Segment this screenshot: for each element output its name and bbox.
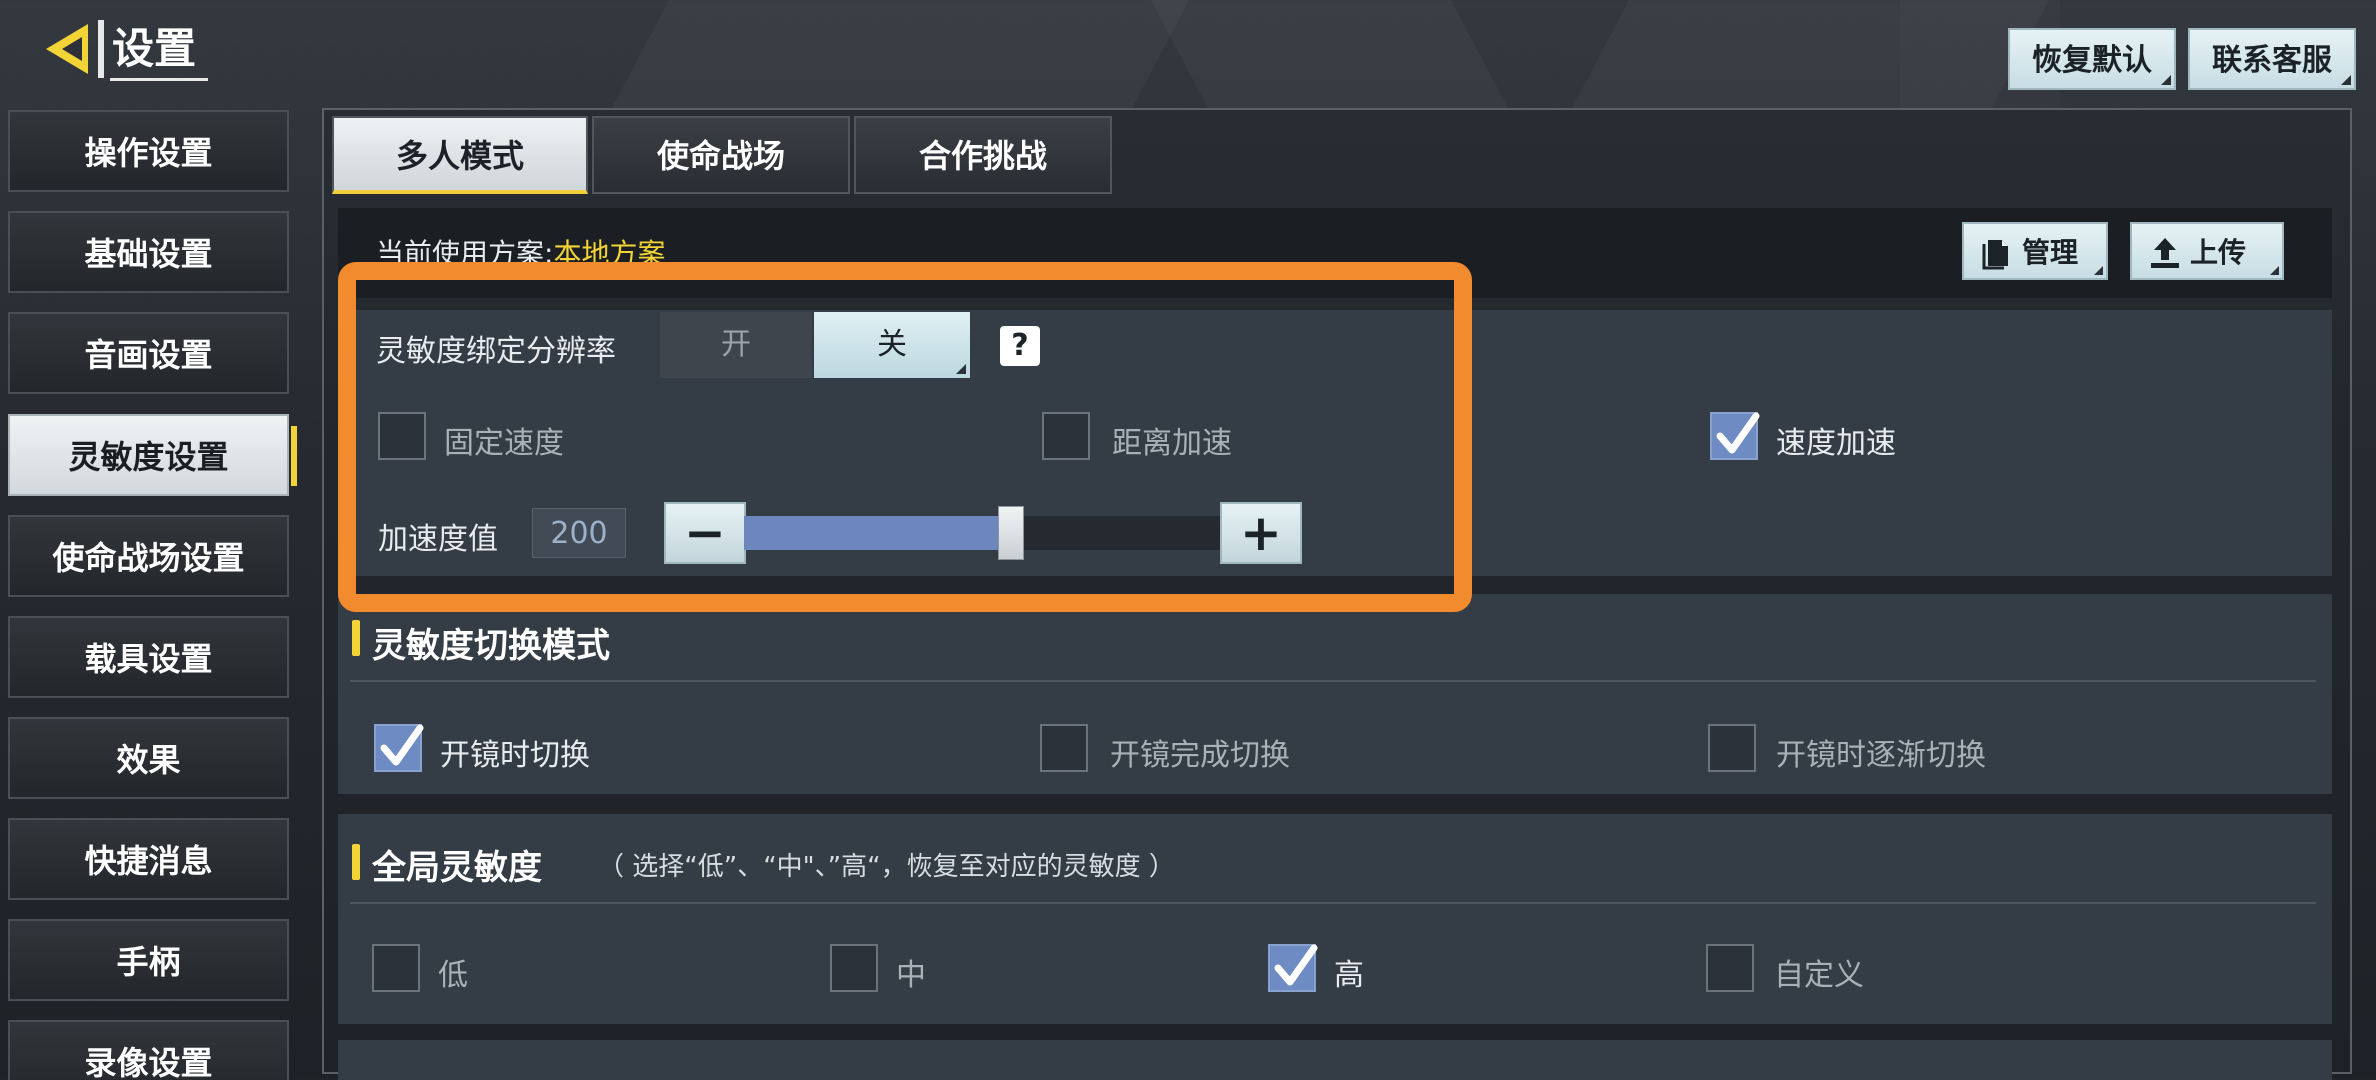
next-panel <box>338 1040 2332 1080</box>
checkmark-icon <box>380 724 424 766</box>
sidebar-item-sensitivity[interactable]: 灵敏度设置 <box>8 414 297 496</box>
switch-gradual-checkbox[interactable] <box>1708 724 1756 772</box>
section-divider <box>350 680 2316 682</box>
background-shape <box>1151 0 1509 110</box>
sidebar-item-basic[interactable]: 基础设置 <box>8 211 289 293</box>
switch-on-scope-checkbox[interactable] <box>374 724 424 772</box>
tab-coop-challenge[interactable]: 合作挑战 <box>854 116 1112 194</box>
sidebar-item-controller[interactable]: 手柄 <box>8 919 289 1001</box>
global-sensitivity-title: 全局灵敏度 <box>372 848 542 888</box>
upload-icon <box>2151 238 2179 268</box>
sidebar-item-audio-video[interactable]: 音画设置 <box>8 312 289 394</box>
speed-accel-checkbox[interactable] <box>1710 412 1760 460</box>
tab-battle-royale[interactable]: 使命战场 <box>592 116 850 194</box>
highlight-box <box>338 262 1472 612</box>
sensitivity-low-checkbox[interactable] <box>372 944 420 992</box>
document-icon <box>1982 240 2008 270</box>
section-marker <box>352 620 360 656</box>
switch-mode-title: 灵敏度切换模式 <box>372 626 610 666</box>
sidebar-item-quick-messages[interactable]: 快捷消息 <box>8 818 289 900</box>
sidebar-item-operation[interactable]: 操作设置 <box>8 110 289 192</box>
back-arrow-icon <box>46 20 104 78</box>
sensitivity-medium-checkbox[interactable] <box>830 944 878 992</box>
checkmark-icon <box>1274 944 1318 986</box>
sensitivity-medium-label: 中 <box>896 958 926 993</box>
contact-service-button[interactable]: 联系客服 <box>2188 28 2356 90</box>
manage-label: 管理 <box>2022 236 2079 269</box>
sidebar-item-vehicle[interactable]: 载具设置 <box>8 616 289 698</box>
title-underline <box>110 78 208 81</box>
switch-after-scope-label: 开镜完成切换 <box>1110 738 1290 773</box>
sidebar-item-battle-royale[interactable]: 使命战场设置 <box>8 515 289 597</box>
section-divider <box>350 902 2316 904</box>
switch-mode-panel <box>338 594 2332 794</box>
speed-accel-label: 速度加速 <box>1776 426 1896 461</box>
sidebar-item-recording[interactable]: 录像设置 <box>8 1020 289 1080</box>
section-marker <box>352 844 360 880</box>
global-sensitivity-note: （ 选择“低”、“中"、”高“，恢复至对应的灵敏度 ） <box>598 852 1175 882</box>
sensitivity-low-label: 低 <box>438 958 468 993</box>
sensitivity-high-label: 高 <box>1334 958 1364 993</box>
restore-default-button[interactable]: 恢复默认 <box>2008 28 2176 90</box>
checkmark-icon <box>1716 412 1760 454</box>
sensitivity-custom-checkbox[interactable] <box>1706 944 1754 992</box>
upload-label: 上传 <box>2190 236 2247 269</box>
tab-multiplayer[interactable]: 多人模式 <box>332 116 588 194</box>
switch-on-scope-label: 开镜时切换 <box>440 738 590 773</box>
sensitivity-high-checkbox[interactable] <box>1268 944 1318 992</box>
manage-button[interactable]: 管理 <box>1962 222 2108 280</box>
sensitivity-custom-label: 自定义 <box>1774 958 1864 993</box>
page-title: 设置 <box>112 24 197 73</box>
upload-button[interactable]: 上传 <box>2130 222 2284 280</box>
background-shape <box>611 0 1189 110</box>
back-button[interactable] <box>40 18 114 80</box>
switch-gradual-label: 开镜时逐渐切换 <box>1776 738 1986 773</box>
sidebar-item-effects[interactable]: 效果 <box>8 717 289 799</box>
switch-after-scope-checkbox[interactable] <box>1040 724 1088 772</box>
